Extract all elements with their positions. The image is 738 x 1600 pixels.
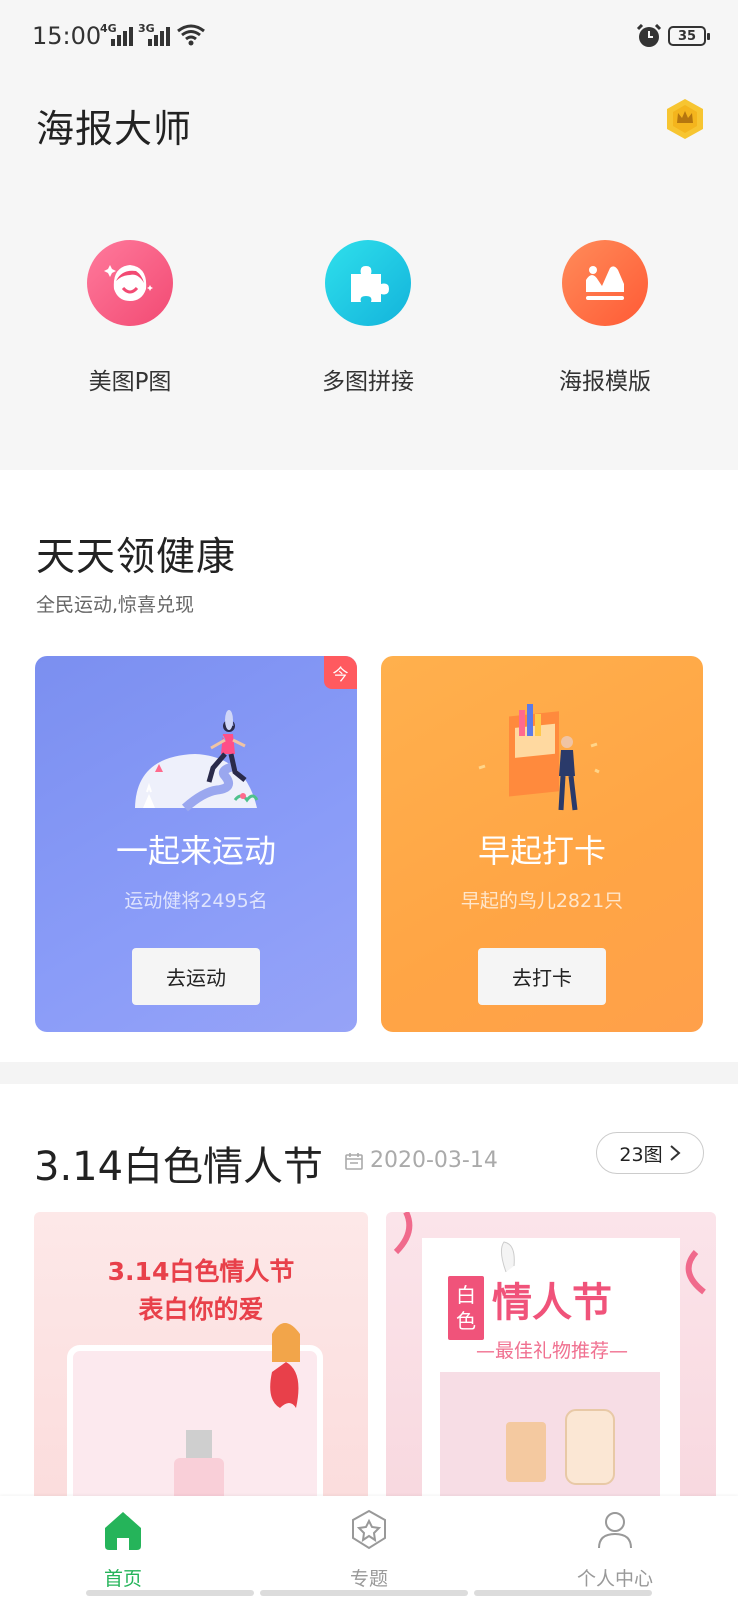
- feature-label: 海报模版: [559, 369, 651, 395]
- face-icon: [87, 240, 173, 326]
- early-bird-illustration: [478, 704, 600, 811]
- go-checkin-button[interactable]: 去打卡: [478, 948, 606, 1005]
- card-sport[interactable]: 今 一起来运动 运动健将2495名 去运动: [35, 656, 357, 1032]
- feature-poster-template[interactable]: 海报模版: [515, 240, 695, 396]
- card-subtitle: 早起的鸟儿2821只: [460, 890, 624, 912]
- puzzle-icon: [325, 240, 411, 326]
- card-early-checkin[interactable]: 早起打卡 早起的鸟儿2821只 去打卡: [381, 656, 703, 1032]
- feature-label: 美图P图: [88, 369, 172, 395]
- poster-art: [393, 1212, 706, 1504]
- person-icon: [598, 1512, 632, 1549]
- tab-label: 专题: [349, 1568, 388, 1590]
- tab-home[interactable]: 首页: [48, 1508, 198, 1591]
- topic-title: 3.14白色情人节: [34, 1144, 324, 1190]
- gesture-bar: [260, 1590, 468, 1596]
- alarm-icon: [636, 24, 662, 47]
- top-area: 海报大师 美图P图 多图拼接 海报模版: [0, 76, 738, 470]
- card-title: 早起打卡: [477, 832, 606, 870]
- today-tag: 今: [324, 656, 357, 689]
- section-title: 天天领健康: [36, 535, 237, 580]
- signal-icon-2: [148, 26, 170, 46]
- status-time: 15:00: [32, 22, 102, 50]
- tab-label: 个人中心: [576, 1568, 653, 1590]
- feature-collage[interactable]: 多图拼接: [278, 240, 458, 396]
- landscape-icon: [562, 240, 648, 326]
- poster-thumbnail[interactable]: 白 色 情人节 —最佳礼物推荐—: [386, 1212, 716, 1504]
- gesture-bar: [474, 1590, 652, 1596]
- home-icon: [105, 1512, 141, 1550]
- wifi-icon: [177, 24, 205, 46]
- topic-date: 2020-03-14: [344, 1148, 498, 1173]
- runner-illustration: [135, 710, 259, 812]
- health-section: 天天领健康 全民运动,惊喜兑现 今 一起来运动 运动健将2495名 去运动 早起…: [0, 470, 738, 1062]
- battery-indicator: 35: [668, 26, 710, 46]
- vip-crown-icon[interactable]: [666, 98, 704, 140]
- image-count-text: 23图: [619, 1143, 663, 1166]
- app-title: 海报大师: [36, 107, 193, 151]
- topic-date-text: 2020-03-14: [370, 1148, 498, 1173]
- feature-photo-edit[interactable]: 美图P图: [40, 240, 220, 396]
- calendar-icon: [345, 1152, 363, 1170]
- feature-label: 多图拼接: [322, 369, 414, 395]
- card-title: 一起来运动: [115, 832, 276, 870]
- tab-label: 首页: [103, 1568, 142, 1590]
- valentine-section: 3.14白色情人节 2020-03-14 23图 3.14白色情人节 表白你的爱…: [0, 1084, 738, 1504]
- status-bar: 15:00 4G 3G 35: [0, 0, 738, 76]
- tab-profile[interactable]: 个人中心: [540, 1508, 690, 1591]
- signal-icon-1: [111, 26, 133, 46]
- tab-topics[interactable]: 专题: [294, 1508, 444, 1591]
- section-subtitle: 全民运动,惊喜兑现: [36, 594, 195, 616]
- chevron-right-icon: [669, 1145, 681, 1161]
- card-subtitle: 运动健将2495名: [124, 890, 268, 912]
- poster-art: [67, 1323, 323, 1504]
- gesture-bar: [86, 1590, 254, 1596]
- star-badge-icon: [352, 1509, 386, 1550]
- poster-thumbnail[interactable]: 3.14白色情人节 表白你的爱: [34, 1212, 368, 1504]
- go-sport-button[interactable]: 去运动: [132, 948, 260, 1005]
- bottom-tab-bar: 首页 专题 个人中心: [0, 1496, 738, 1600]
- section-divider: [0, 1062, 738, 1084]
- image-count-button[interactable]: 23图: [596, 1132, 704, 1174]
